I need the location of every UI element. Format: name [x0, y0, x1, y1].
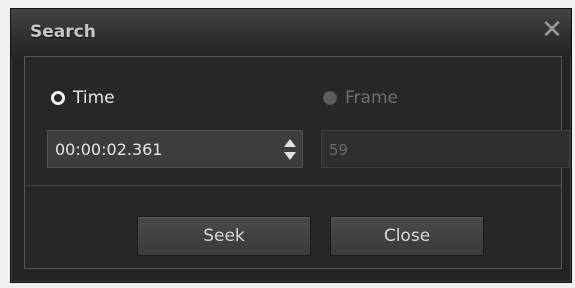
radio-disabled-icon: [323, 91, 337, 105]
frame-radio-label: Frame: [345, 88, 398, 108]
dialog-title: Search: [30, 22, 96, 42]
time-radio[interactable]: Time: [51, 88, 115, 108]
radio-checked-icon: [51, 91, 65, 105]
increment-arrow-icon[interactable]: [284, 139, 296, 147]
time-value[interactable]: 00:00:02.361: [55, 140, 162, 159]
decrement-arrow-icon[interactable]: [284, 152, 296, 160]
time-spinbox[interactable]: 00:00:02.361: [47, 130, 303, 168]
divider: [25, 185, 561, 186]
frame-radio: Frame: [323, 88, 398, 108]
time-radio-label: Time: [73, 88, 115, 108]
seek-button[interactable]: Seek: [137, 216, 311, 256]
close-icon[interactable]: ✕: [539, 17, 565, 43]
frame-input: 59: [321, 130, 570, 168]
title-bar[interactable]: Search ✕: [11, 9, 571, 57]
frame-value: 59: [329, 141, 349, 159]
dialog-content: Time Frame 00:00:02.361 59 Seek Close: [24, 56, 570, 269]
up-down-spinner-icon[interactable]: [280, 136, 298, 164]
search-dialog: Search ✕ Time Frame 00:00:02.361 59 Seek…: [10, 8, 572, 283]
close-button[interactable]: Close: [330, 216, 484, 256]
